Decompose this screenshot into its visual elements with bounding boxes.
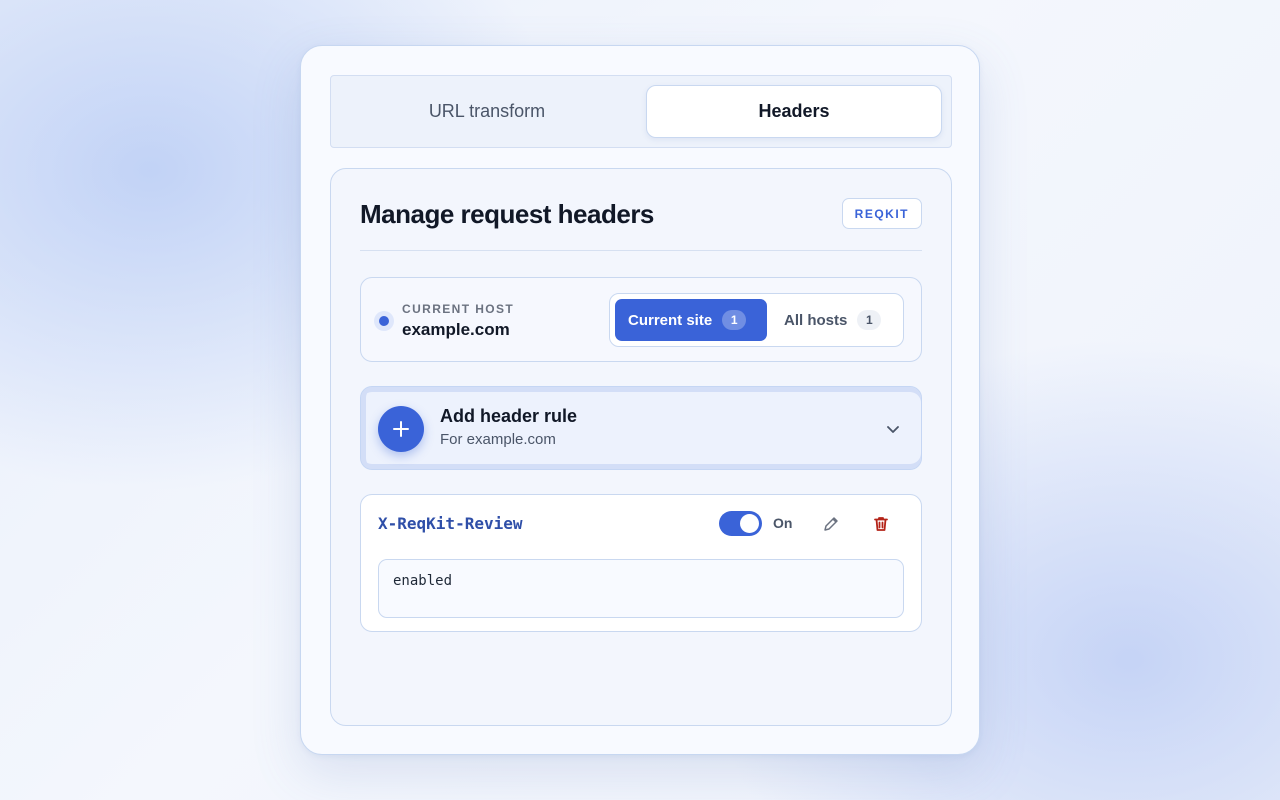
- add-rule-title: Add header rule: [440, 406, 578, 426]
- scope-all-hosts-count: 1: [857, 310, 882, 330]
- host-label: CURRENT HOST: [402, 302, 515, 316]
- scope-all-hosts-label: All hosts: [784, 311, 848, 329]
- rule-header-name: X-ReqKit-Review: [378, 514, 523, 533]
- rule-enabled-toggle[interactable]: [719, 511, 762, 536]
- current-host-card: CURRENT HOST example.com Current site 1 …: [360, 277, 922, 362]
- pencil-icon: [824, 517, 838, 531]
- header-rule-card: X-ReqKit-Review On enabled: [360, 494, 922, 632]
- chevron-down-icon[interactable]: [885, 421, 901, 437]
- toggle-label: On: [773, 515, 793, 531]
- scope-current-site-button[interactable]: Current site 1: [615, 299, 767, 341]
- divider: [360, 250, 922, 251]
- trash-icon: [874, 517, 888, 531]
- host-value: example.com: [402, 320, 510, 339]
- scope-all-hosts-button[interactable]: All hosts 1: [770, 299, 898, 341]
- add-header-rule-button[interactable]: Add header rule For example.com: [360, 386, 922, 470]
- scope-switcher: Current site 1 All hosts 1: [609, 293, 904, 347]
- scope-current-site-label: Current site: [628, 311, 713, 329]
- tab-url-transform[interactable]: URL transform: [339, 85, 635, 138]
- tab-headers[interactable]: Headers: [646, 85, 942, 138]
- scope-current-site-count: 1: [722, 310, 747, 330]
- edit-rule-button[interactable]: [819, 512, 843, 536]
- tab-bar: URL transform Headers: [330, 75, 952, 148]
- add-rule-subtitle: For example.com: [440, 431, 556, 448]
- plus-icon: [378, 406, 424, 452]
- delete-rule-button[interactable]: [869, 512, 893, 536]
- headers-panel: Manage request headers REQKIT CURRENT HO…: [330, 168, 952, 726]
- brand-badge: REQKIT: [841, 198, 922, 229]
- host-status-icon: [374, 311, 394, 331]
- rule-value-field[interactable]: enabled: [378, 559, 904, 618]
- extension-window: URL transform Headers Manage request hea…: [300, 45, 980, 755]
- page-title: Manage request headers: [360, 199, 654, 229]
- toggle-knob: [740, 514, 759, 533]
